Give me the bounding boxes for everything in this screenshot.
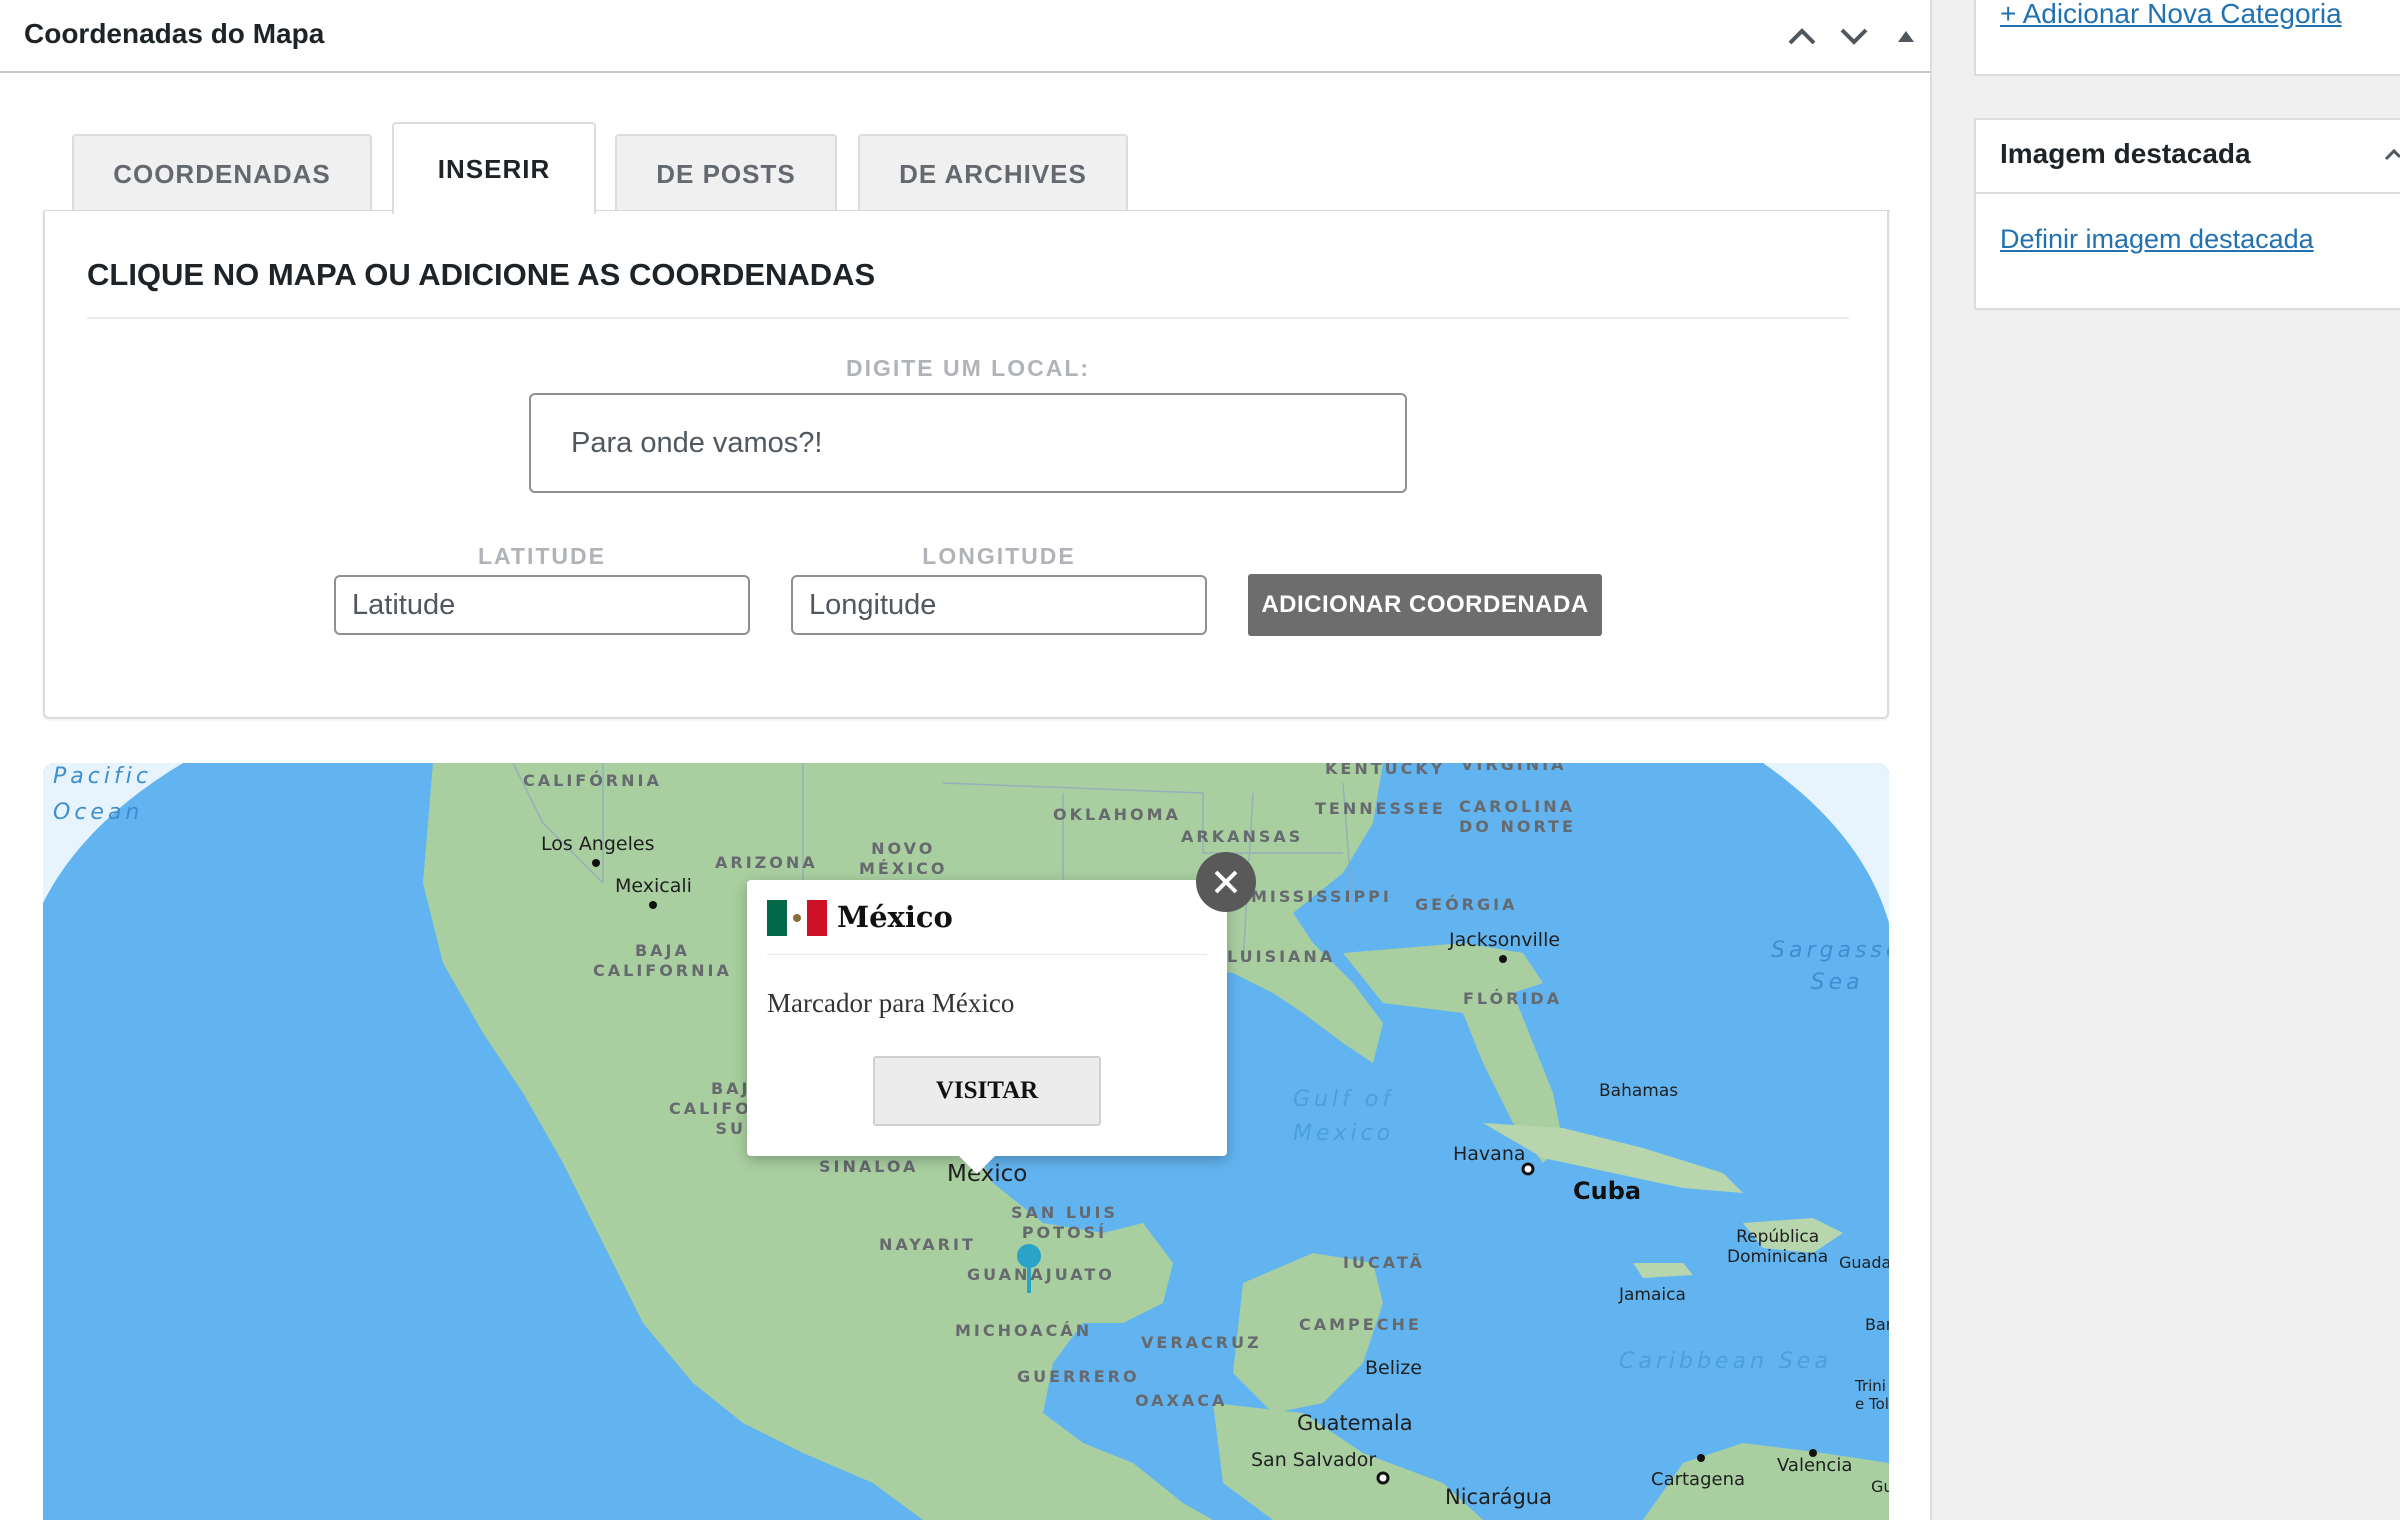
tab-coordenadas[interactable]: COORDENADAS <box>72 134 372 212</box>
map-label-arizona: ARIZONA <box>715 853 818 872</box>
insert-panel: CLIQUE NO MAPA OU ADICIONE AS COORDENADA… <box>43 211 1889 719</box>
map-label-havana: Havana <box>1453 1143 1526 1165</box>
map-label-sargasso: Sargasso Sea <box>1771 938 1889 995</box>
metabox-header: Coordenadas do Mapa <box>0 0 1930 73</box>
map-label-cartagena: Cartagena <box>1651 1469 1746 1490</box>
map-label-jacksonville: Jacksonville <box>1449 929 1561 951</box>
map-label-michoacan: MICHOACÁN <box>955 1321 1093 1340</box>
panel-divider <box>87 317 1849 319</box>
popup-divider <box>767 954 1207 955</box>
tab-de-archives[interactable]: DE ARCHIVES <box>858 134 1128 212</box>
map-label-caribbean: Caribbean Sea <box>1619 1349 1832 1374</box>
popup-description: Marcador para México <box>767 988 1015 1018</box>
map-label-sinaloa: SINALOA <box>819 1157 919 1176</box>
move-up-button[interactable] <box>1782 16 1822 56</box>
map-label-guatemala: Guatemala <box>1297 1411 1413 1435</box>
map-label-oklahoma: OKLAHOMA <box>1053 805 1181 824</box>
map-label-nicaragua: Nicarágua <box>1445 1485 1552 1509</box>
map-label-belize: Belize <box>1365 1357 1422 1379</box>
location-label: DIGITE UM LOCAL: <box>845 355 1091 381</box>
move-down-button[interactable] <box>1834 16 1874 56</box>
map-label-valencia: Valencia <box>1777 1455 1853 1476</box>
tab-inserir[interactable]: INSERIR <box>392 122 596 214</box>
map-label-florida: FLÓRIDA <box>1463 989 1563 1008</box>
map-label-nayarit: NAYARIT <box>879 1235 976 1254</box>
map-label-los-angeles: Los Angeles <box>541 833 655 855</box>
map-popup: México Marcador para México VISITAR <box>747 880 1227 1174</box>
map-label-novo-mexico: NOVO MÉXICO <box>859 839 948 878</box>
map-label-cuba: Cuba <box>1573 1177 1642 1205</box>
map-label-guanajuato: GUANAJUATO <box>967 1265 1115 1284</box>
chevron-up-icon <box>1788 28 1816 45</box>
map-label-jamaica: Jamaica <box>1619 1285 1686 1305</box>
map-label-gulf: Gulf of Mexico <box>1293 1087 1395 1146</box>
add-category-link[interactable]: + Adicionar Nova Categoria <box>2000 0 2342 30</box>
close-icon <box>1214 870 1238 894</box>
map-label-trinidad: Trini e Tol <box>1855 1377 1889 1413</box>
longitude-input[interactable] <box>791 575 1207 635</box>
latitude-label: LATITUDE <box>477 543 606 569</box>
featured-image-divider <box>1976 192 2400 194</box>
editor-sidebar: + Adicionar Nova Categoria Imagem destac… <box>1932 0 2400 1520</box>
map-label-bahamas: Bahamas <box>1599 1081 1679 1101</box>
chevron-down-icon <box>1840 28 1868 45</box>
latitude-input[interactable] <box>334 575 750 635</box>
featured-image-title: Imagem destacada <box>2000 138 2251 169</box>
map-label-barbados: Bar <box>1865 1315 1889 1334</box>
map-label-kentucky: KENTUCKY <box>1325 763 1446 778</box>
popup-close-button[interactable] <box>1196 852 1256 912</box>
map-label-mexicali: Mexicali <box>615 875 692 897</box>
categories-box: + Adicionar Nova Categoria <box>1974 0 2400 76</box>
tab-de-posts[interactable]: DE POSTS <box>615 134 837 212</box>
chevron-up-icon[interactable] <box>2384 146 2400 162</box>
popup-pointer <box>957 1154 997 1174</box>
map-label-guerrero: GUERRERO <box>1017 1367 1140 1386</box>
map-label-guadeloupe: Guada <box>1839 1253 1889 1272</box>
map-label-california: CALIFÓRNIA <box>523 771 662 790</box>
map-label-arkansas: ARKANSAS <box>1181 827 1304 846</box>
location-input[interactable] <box>529 393 1407 493</box>
set-featured-image-link[interactable]: Definir imagem destacada <box>2000 224 2314 255</box>
toggle-panel-button[interactable] <box>1886 16 1926 56</box>
map-label-iucata: IUCATÃ <box>1343 1253 1425 1272</box>
panel-heading: CLIQUE NO MAPA OU ADICIONE AS COORDENADA… <box>87 257 876 292</box>
mexico-flag-icon <box>767 900 827 936</box>
add-coordinate-button[interactable]: ADICIONAR COORDENADA <box>1248 574 1602 636</box>
metabox-title: Coordenadas do Mapa <box>24 18 325 49</box>
map-label-mississippi: MISSISSIPPI <box>1251 887 1392 906</box>
map-label-tennessee: TENNESSEE <box>1315 799 1446 818</box>
map-label-guiana: Gu <box>1871 1477 1889 1496</box>
map-label-campeche: CAMPECHE <box>1299 1315 1422 1334</box>
map-label-veracruz: VERACRUZ <box>1141 1333 1262 1352</box>
map-label-carolina: CAROLINA DO NORTE <box>1459 797 1576 836</box>
longitude-label: LONGITUDE <box>922 543 1076 569</box>
map-label-virginia: VIRGINIA <box>1461 763 1567 774</box>
map-label-pacific: Pacific Ocean <box>53 764 152 825</box>
triangle-up-icon <box>1898 31 1914 42</box>
map-label-baja-california: BAJA CALIFORNIA <box>593 941 732 980</box>
map-label-luisiana: LUISIANA <box>1227 947 1336 966</box>
editor-main-column: Coordenadas do Mapa COORDENADAS INSERIR … <box>0 0 1932 1520</box>
map-label-san-luis: SAN LUIS POTOSÍ <box>1011 1203 1118 1242</box>
map-label-oaxaca: OAXACA <box>1135 1391 1228 1410</box>
popup-title: México <box>837 900 953 934</box>
map-label-georgia: GEÓRGIA <box>1415 895 1518 914</box>
map-label-republica-dominicana: República Dominicana <box>1727 1227 1829 1267</box>
visit-button[interactable]: VISITAR <box>873 1056 1101 1126</box>
map-label-san-salvador: San Salvador <box>1251 1449 1377 1471</box>
